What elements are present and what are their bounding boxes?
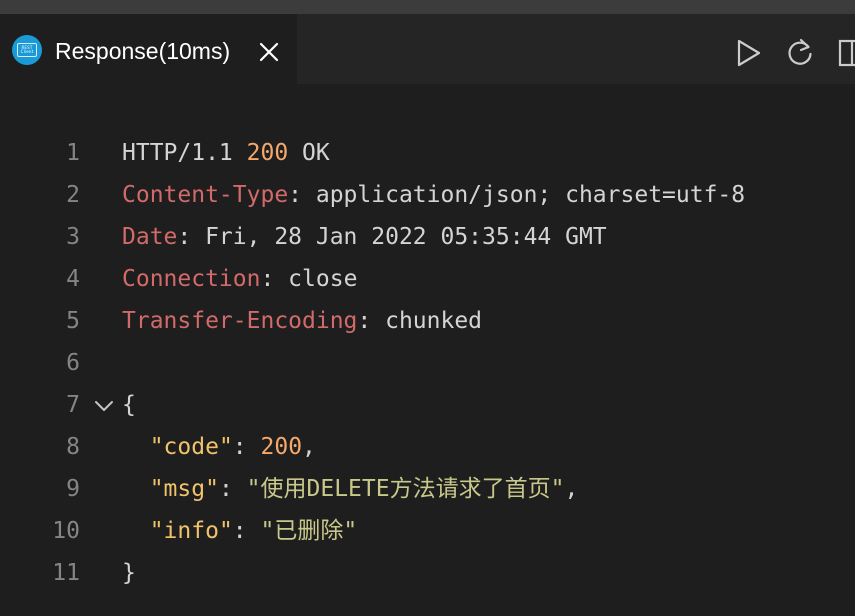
token-key: "msg" xyxy=(149,476,219,502)
code-text: "info": "已删除" xyxy=(122,510,358,552)
token-header: Content-Type xyxy=(122,182,289,208)
split-editor-icon[interactable] xyxy=(835,36,855,70)
line-number: 4 xyxy=(66,266,80,292)
code-line: 11} xyxy=(0,552,855,594)
token-plain: { xyxy=(122,392,136,418)
code-text: Transfer-Encoding: chunked xyxy=(122,300,482,342)
rest-client-badge: REST Client xyxy=(17,43,37,57)
response-editor[interactable]: 1 HTTP/1.1 200 OK 2 Content-Type: applicati… xyxy=(0,84,855,616)
code-text: Content-Type: application/json; charset=… xyxy=(122,174,745,216)
token-plain: : xyxy=(232,434,261,460)
line-number: 2 xyxy=(66,182,80,208)
token-plain: } xyxy=(122,560,136,586)
token-header: Date xyxy=(122,224,178,250)
token-key: "code" xyxy=(149,434,233,460)
token-plain: : chunked xyxy=(357,308,483,334)
rest-client-icon: REST Client xyxy=(12,35,42,65)
token-str: "使用DELETE方法请求了首页" xyxy=(246,476,565,502)
run-icon[interactable] xyxy=(731,36,765,70)
code-text: Connection: close xyxy=(122,258,357,300)
token-num: 200 xyxy=(260,434,303,460)
code-text: "code": 200, xyxy=(122,426,316,468)
code-text: { xyxy=(122,384,136,426)
icon-text-bottom: Client xyxy=(20,49,34,54)
code-text: HTTP/1.1 200 OK xyxy=(122,132,330,174)
token-plain: : xyxy=(232,518,261,544)
code-text: Date: Fri, 28 Jan 2022 05:35:44 GMT xyxy=(122,216,607,258)
code-text: } xyxy=(122,552,136,594)
chevron-down-icon[interactable] xyxy=(93,395,115,417)
tab-title: Response(10ms) xyxy=(55,38,231,64)
code-line: 5 Transfer-Encoding: chunked xyxy=(0,300,855,342)
code-line: 4 Connection: close xyxy=(0,258,855,300)
code-line: 6 xyxy=(0,342,855,384)
token-header: Transfer-Encoding xyxy=(122,308,358,334)
close-icon[interactable] xyxy=(256,39,282,65)
title-bar xyxy=(0,0,855,14)
line-number: 10 xyxy=(52,518,80,544)
code-line: 1 HTTP/1.1 200 OK xyxy=(0,132,855,174)
line-number: 5 xyxy=(66,308,80,334)
code-line: 10 "info": "已删除" xyxy=(0,510,855,552)
token-key: "info" xyxy=(149,518,233,544)
token-header: Connection xyxy=(122,266,261,292)
line-number: 11 xyxy=(52,560,80,586)
code-line: 7{ xyxy=(0,384,855,426)
line-number: 6 xyxy=(66,350,80,376)
token-plain: , xyxy=(302,434,316,460)
token-plain: : close xyxy=(260,266,358,292)
line-number: 7 xyxy=(66,392,80,418)
line-number: 1 xyxy=(66,140,80,166)
token-plain: : Fri, 28 Jan 2022 05:35:44 GMT xyxy=(177,224,607,250)
token-plain: : xyxy=(218,476,247,502)
token-num: 200 xyxy=(246,140,289,166)
code-line: 3 Date: Fri, 28 Jan 2022 05:35:44 GMT xyxy=(0,216,855,258)
token-plain: : application/json; charset=utf-8 xyxy=(288,182,746,208)
line-number: 9 xyxy=(66,476,80,502)
code-text: "msg": "使用DELETE方法请求了首页", xyxy=(122,468,579,510)
token-plain: HTTP/1.1 xyxy=(122,140,247,166)
token-plain: , xyxy=(564,476,579,502)
code-line: 2 Content-Type: application/json; charset… xyxy=(0,174,855,216)
token-str: "已删除" xyxy=(260,518,358,544)
token-plain: OK xyxy=(288,140,330,166)
refresh-icon[interactable] xyxy=(783,36,817,70)
code-line: 8 "code": 200, xyxy=(0,426,855,468)
tab-bar: REST Client Response(10ms) xyxy=(0,14,855,84)
code-line: 9 "msg": "使用DELETE方法请求了首页", xyxy=(0,468,855,510)
line-number: 3 xyxy=(66,224,80,250)
tab-response[interactable]: REST Client Response(10ms) xyxy=(0,14,297,84)
line-number: 8 xyxy=(66,434,80,460)
